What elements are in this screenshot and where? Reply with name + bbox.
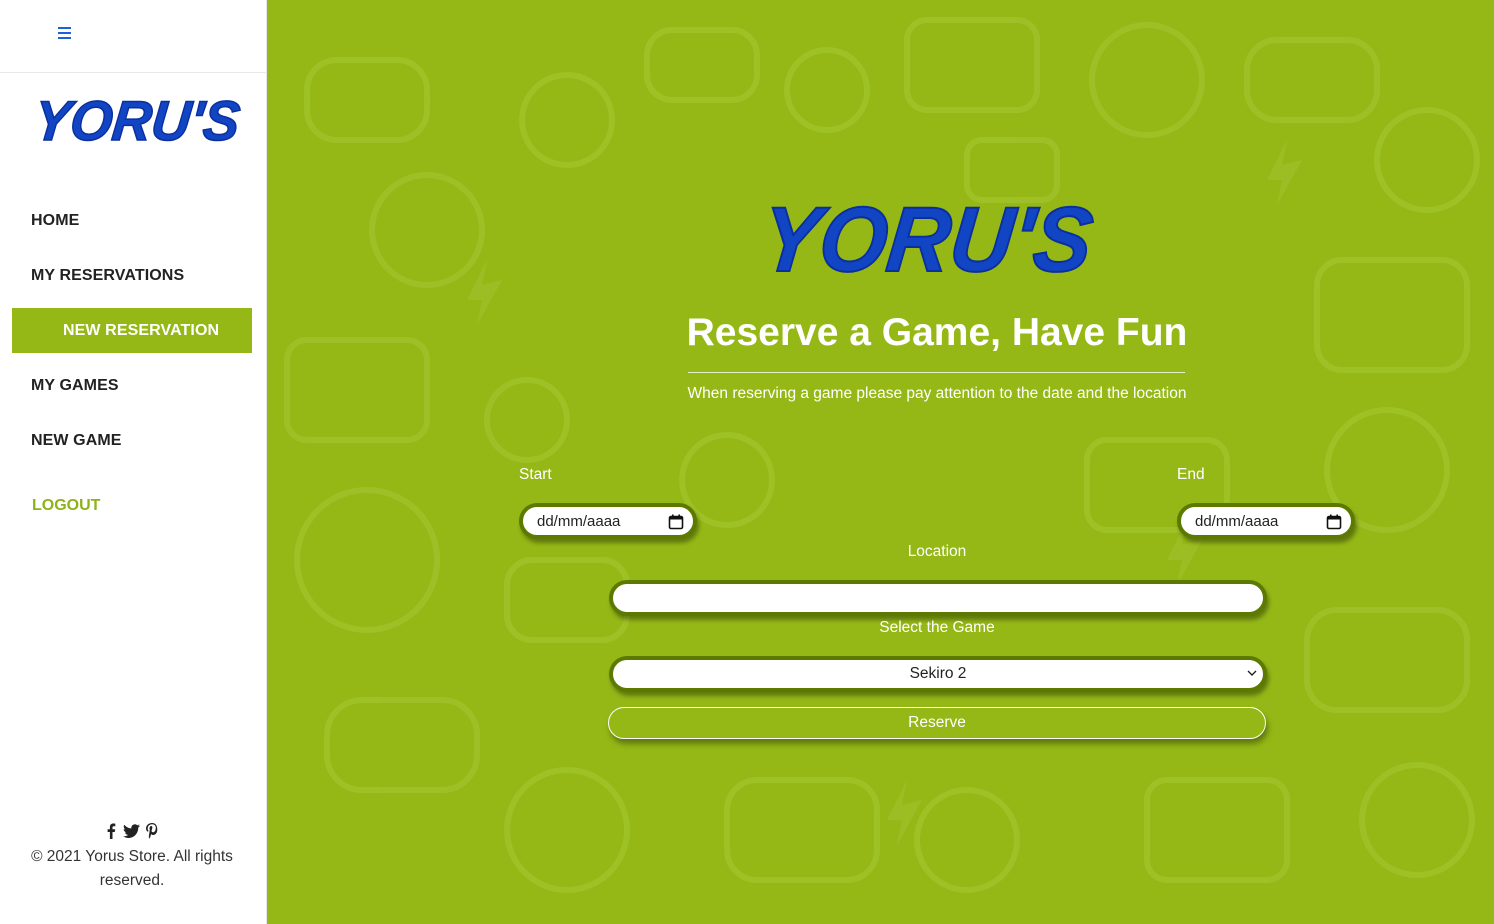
sidebar-brand-logo[interactable]: YORU'S (36, 88, 251, 148)
svg-text:YORU'S: YORU'S (36, 89, 243, 148)
main-content: YORU'S Reserve a Game, Have Fun When res… (267, 0, 1494, 924)
page-subtitle: When reserving a game please pay attenti… (687, 385, 1187, 402)
title-divider (688, 372, 1185, 373)
social-links (0, 822, 264, 842)
end-date-placeholder: dd/mm/aaaa (1195, 512, 1279, 530)
pinterest-icon[interactable] (145, 822, 158, 839)
start-date-input[interactable]: dd/mm/aaaa (519, 503, 697, 539)
location-label: Location (907, 543, 967, 560)
chevron-down-icon (1247, 670, 1257, 676)
end-date-input[interactable]: dd/mm/aaaa (1177, 503, 1355, 539)
game-select-label: Select the Game (879, 619, 995, 636)
sidebar: YORU'S HOME MY RESERVATIONS NEW RESERVAT… (0, 0, 267, 924)
facebook-icon[interactable] (106, 823, 116, 839)
background-pattern (284, 17, 1480, 893)
sidebar-nav: HOME MY RESERVATIONS NEW RESERVATION MY … (12, 198, 252, 473)
copyright-text: © 2021 Yorus Store. All rights reserved. (31, 848, 233, 889)
sidebar-divider (0, 72, 267, 73)
hamburger-menu-icon[interactable] (58, 24, 76, 46)
calendar-icon[interactable] (668, 514, 684, 530)
game-select[interactable]: Sekiro 2 (609, 656, 1267, 692)
start-date-placeholder: dd/mm/aaaa (537, 512, 621, 530)
page-title: Reserve a Game, Have Fun (686, 311, 1188, 354)
start-date-label: Start (519, 466, 552, 483)
sidebar-item-new-reservation[interactable]: NEW RESERVATION (12, 308, 252, 353)
twitter-icon[interactable] (122, 824, 140, 838)
svg-text:YORU'S: YORU'S (764, 187, 1098, 283)
end-date-label: End (1177, 466, 1205, 483)
reserve-button[interactable]: Reserve (608, 707, 1266, 739)
hero-brand-logo: YORU'S (764, 186, 1099, 283)
sidebar-item-my-games[interactable]: MY GAMES (12, 363, 252, 408)
game-select-value: Sekiro 2 (909, 665, 967, 682)
calendar-icon[interactable] (1326, 514, 1342, 530)
logout-link[interactable]: LOGOUT (32, 497, 100, 515)
sidebar-item-home[interactable]: HOME (12, 198, 252, 243)
location-input[interactable] (609, 580, 1267, 616)
sidebar-item-new-game[interactable]: NEW GAME (12, 418, 252, 463)
sidebar-item-my-reservations[interactable]: MY RESERVATIONS (12, 253, 252, 298)
